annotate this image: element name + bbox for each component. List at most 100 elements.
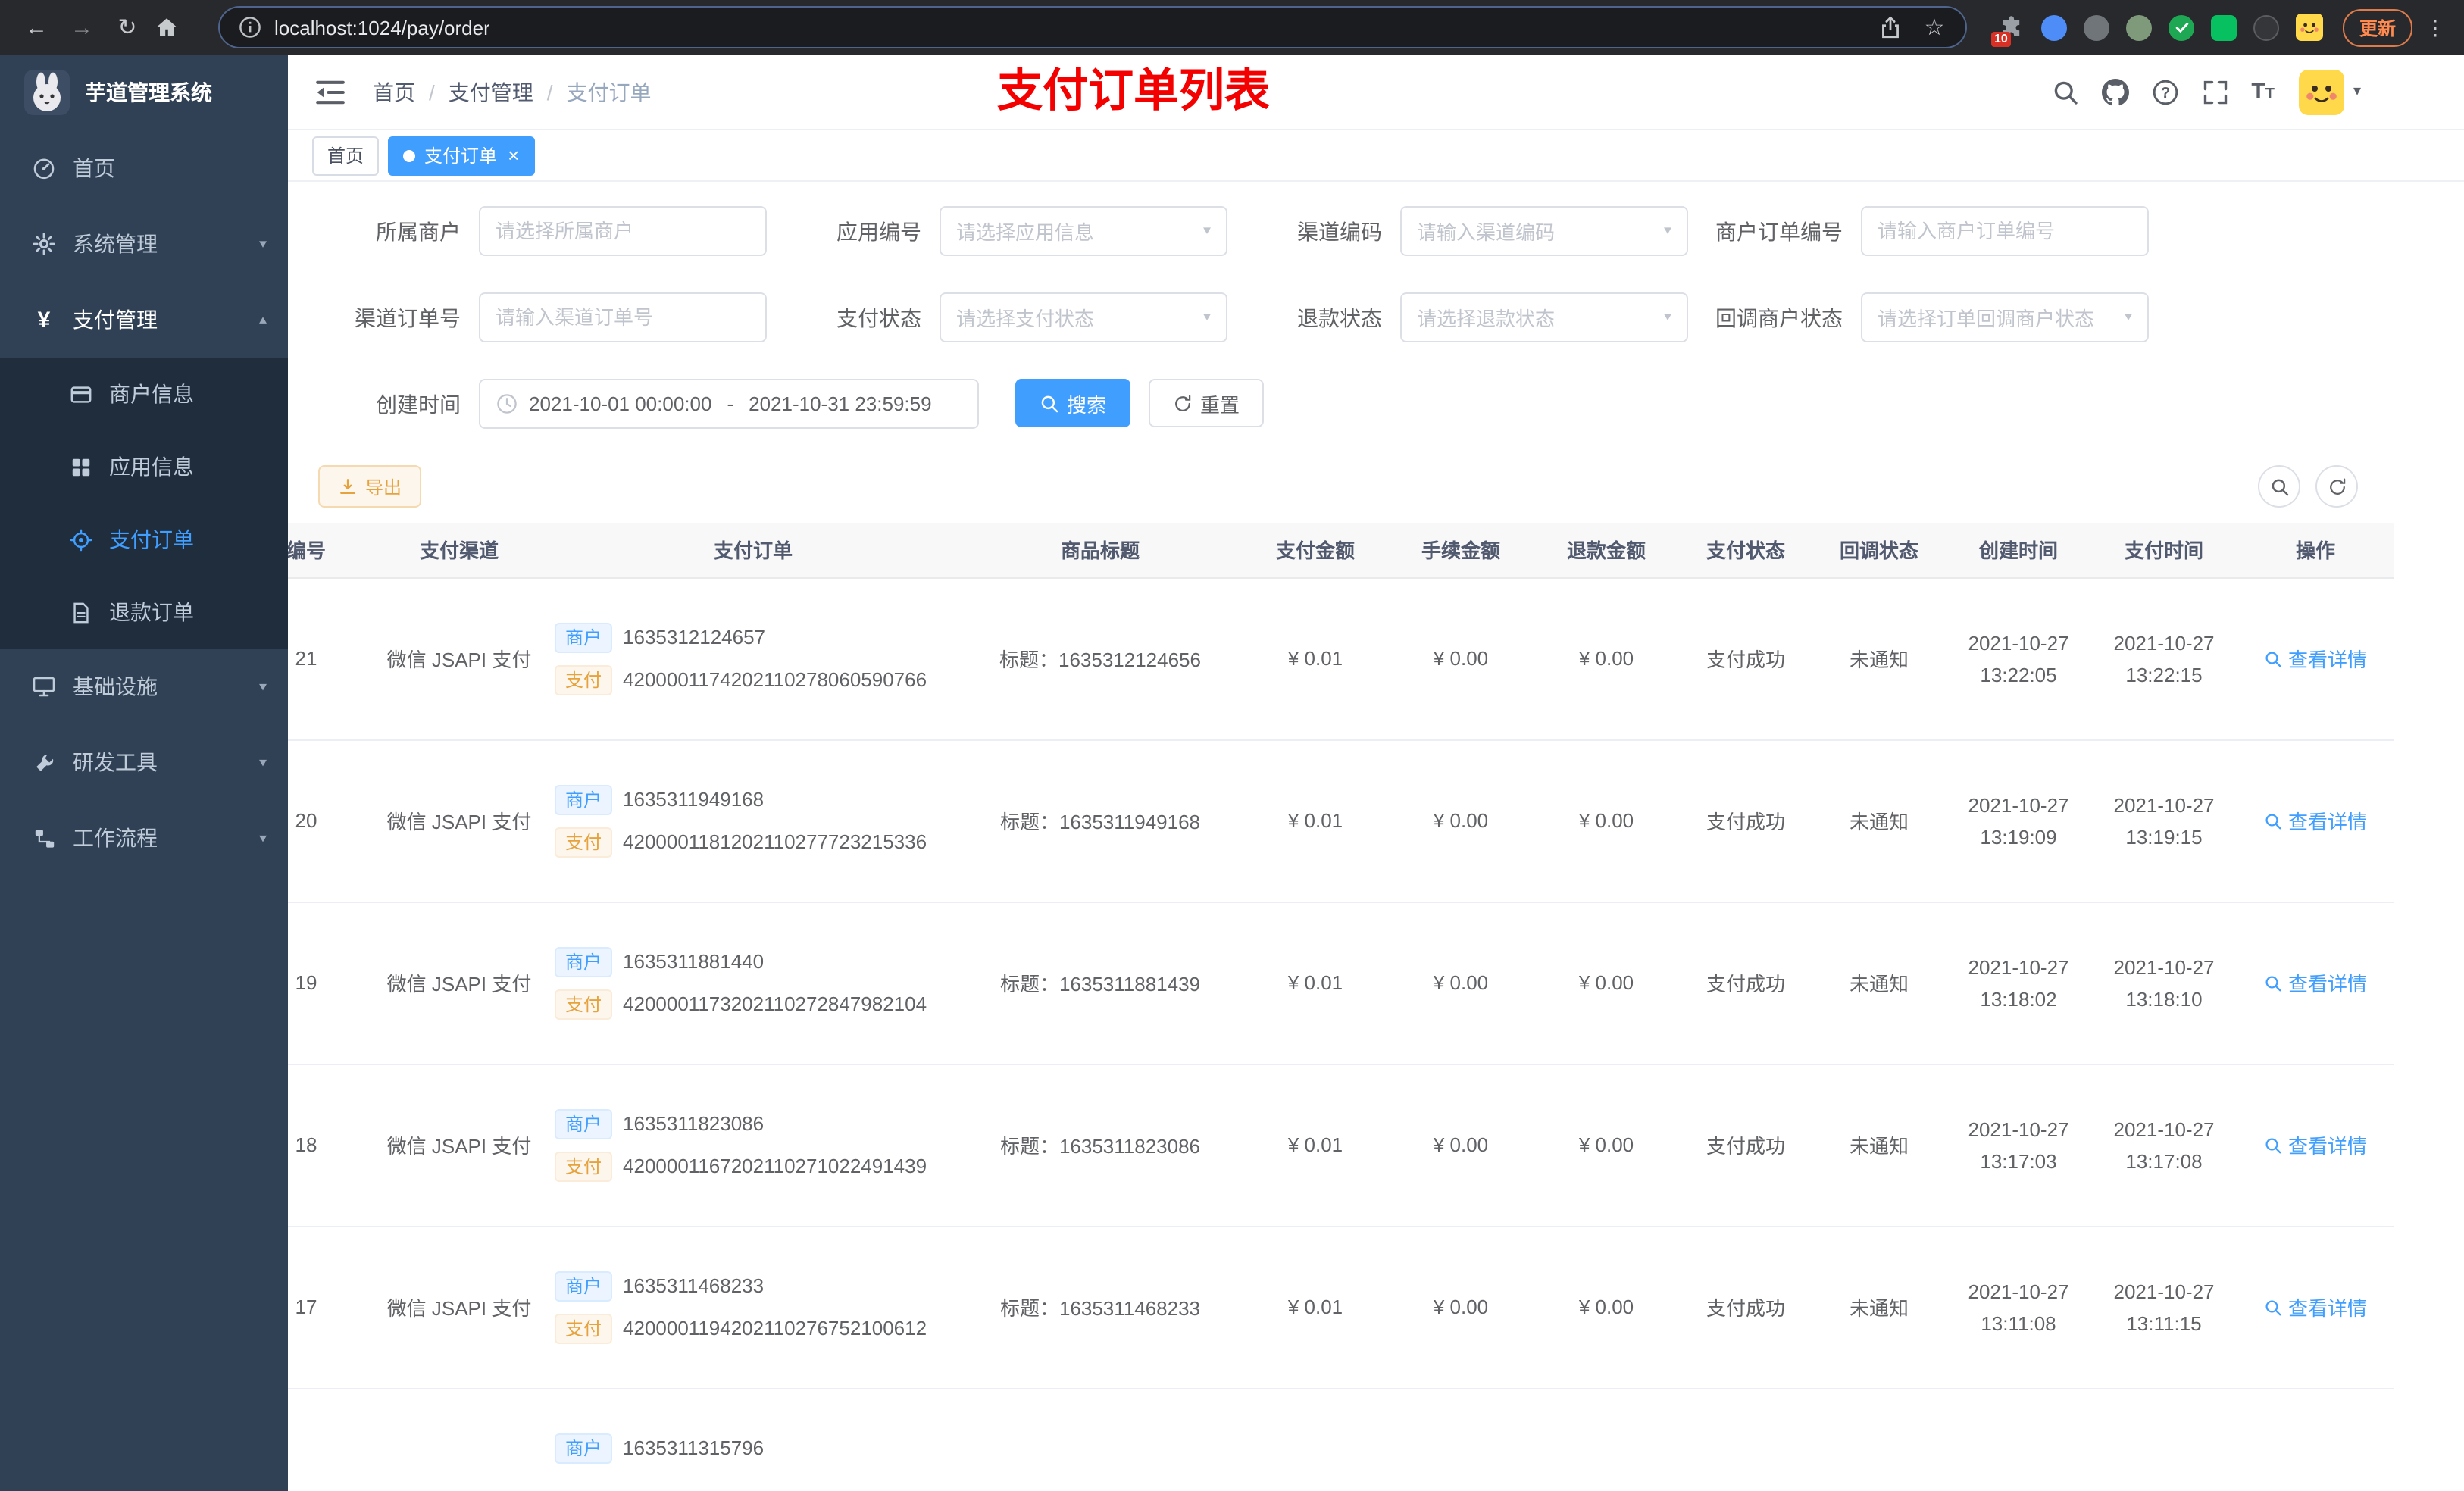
view-detail-link[interactable]: 查看详情 bbox=[2264, 644, 2367, 673]
tab-close-icon[interactable]: × bbox=[508, 145, 519, 165]
pay-date: 2021-10-27 bbox=[2113, 955, 2215, 978]
cell-title: 标题：1635311881439 bbox=[958, 902, 1243, 1064]
merchant-input[interactable] bbox=[479, 206, 767, 256]
filter-label-app-no: 应用编号 bbox=[836, 219, 921, 243]
sidebar-item-system[interactable]: 系统管理 ▾ bbox=[0, 206, 288, 282]
github-icon[interactable] bbox=[2101, 78, 2128, 105]
sidebar-item-infra[interactable]: 基础设施 ▾ bbox=[0, 649, 288, 724]
channel-pay-no: 4200001174202110278060590766 bbox=[623, 668, 927, 691]
cell-id: 21 bbox=[288, 577, 370, 740]
search-icon bbox=[1040, 393, 1059, 413]
breadcrumb-payment[interactable]: 支付管理 bbox=[449, 77, 533, 107]
pay-badge: 支付 bbox=[555, 827, 613, 857]
top-navbar: 首页 / 支付管理 / 支付订单 支付订单列表 TT ▾ bbox=[288, 55, 2464, 130]
fullscreen-icon[interactable] bbox=[2201, 78, 2228, 105]
cell-channel: 微信 JSAPI 支付 bbox=[370, 902, 549, 1064]
view-detail-link[interactable]: 查看详情 bbox=[2264, 1130, 2367, 1159]
font-size-icon[interactable]: TT bbox=[2251, 79, 2275, 105]
extension-pin-icon[interactable] bbox=[2249, 9, 2285, 45]
help-icon[interactable] bbox=[2151, 78, 2178, 105]
grid-icon bbox=[67, 453, 94, 480]
show-search-toggle-button[interactable] bbox=[2258, 465, 2300, 508]
cell-pay-time: 2021-10-27 13:19:15 bbox=[2091, 739, 2237, 902]
extension-grey-icon[interactable] bbox=[2079, 9, 2115, 45]
app-title: 芋道管理系统 bbox=[85, 80, 212, 105]
browser-back-icon[interactable]: ← bbox=[15, 6, 58, 48]
channel-order-no-input[interactable] bbox=[479, 292, 767, 342]
sidebar-item-app-info[interactable]: 应用信息 bbox=[0, 430, 288, 503]
cell-amount: ¥ 0.01 bbox=[1243, 739, 1388, 902]
browser-reload-icon[interactable]: ↻ bbox=[106, 6, 149, 48]
sidebar-item-merchant-info[interactable]: 商户信息 bbox=[0, 358, 288, 430]
col-id: 编号 bbox=[288, 523, 370, 578]
create-clock: 13:19:09 bbox=[1980, 825, 2057, 848]
extension-olive-icon[interactable] bbox=[2122, 9, 2158, 45]
channel-code-select[interactable]: 请输入渠道编码 ▾ bbox=[1400, 206, 1688, 256]
site-info-icon[interactable] bbox=[238, 15, 262, 39]
sidebar-item-label: 支付管理 bbox=[73, 308, 158, 332]
browser-home-icon[interactable] bbox=[152, 6, 194, 48]
tab-pay-order[interactable]: 支付订单 × bbox=[388, 136, 535, 175]
address-bar[interactable]: localhost:1024/pay/order ☆ bbox=[218, 6, 1967, 48]
extension-green-check-icon[interactable] bbox=[2164, 9, 2200, 45]
cell-refund: ¥ 0.00 bbox=[1534, 1064, 1679, 1227]
extension-puzzle-icon[interactable]: 10 bbox=[1990, 9, 2031, 47]
cell-pay-time: 2021-10-27 13:18:10 bbox=[2091, 902, 2237, 1064]
share-icon[interactable] bbox=[1878, 14, 1903, 40]
pay-line: 支付 4200001173202110272847982104 bbox=[555, 989, 952, 1019]
cell-action: 查看详情 bbox=[2237, 902, 2394, 1064]
cell-action: 查看详情 bbox=[2237, 577, 2394, 740]
app-no-select[interactable]: 请选择应用信息 ▾ bbox=[940, 206, 1227, 256]
avatar[interactable] bbox=[2299, 69, 2344, 114]
browser-forward-icon[interactable]: → bbox=[61, 6, 103, 48]
dashboard-icon bbox=[30, 155, 58, 182]
view-detail-link[interactable]: 查看详情 bbox=[2264, 1293, 2367, 1321]
browser-update-button[interactable]: 更新 bbox=[2342, 8, 2412, 46]
sidebar-item-label: 支付订单 bbox=[109, 527, 194, 552]
extension-emoji-icon[interactable] bbox=[2291, 9, 2328, 45]
pay-status-select[interactable]: 请选择支付状态 ▾ bbox=[940, 292, 1227, 342]
extension-green-square-icon[interactable] bbox=[2206, 9, 2243, 45]
orders-table-wrap: 编号 支付渠道 支付订单 商品标题 支付金额 手续金额 退款金额 支付状态 回调… bbox=[288, 523, 2464, 1491]
col-pay-time: 支付时间 bbox=[2091, 523, 2237, 578]
export-button[interactable]: 导出 bbox=[318, 465, 422, 508]
breadcrumb-separator: / bbox=[546, 80, 553, 104]
search-icon[interactable] bbox=[2051, 78, 2078, 105]
merchant-order-line: 商户 1635311949168 bbox=[555, 784, 952, 814]
cell-refund: ¥ 0.00 bbox=[1534, 739, 1679, 902]
cell-fee: ¥ 0.00 bbox=[1388, 902, 1534, 1064]
extensions-area: 10 bbox=[1988, 9, 2328, 47]
merchant-order-no-input[interactable] bbox=[1861, 206, 2149, 256]
sidebar-item-workflow[interactable]: 工作流程 ▾ bbox=[0, 800, 288, 876]
breadcrumb-separator: / bbox=[429, 80, 435, 104]
sidebar-item-payment[interactable]: ¥ 支付管理 ▴ bbox=[0, 282, 288, 358]
view-detail-link[interactable]: 查看详情 bbox=[2264, 806, 2367, 835]
avatar-caret-icon[interactable]: ▾ bbox=[2353, 83, 2361, 100]
tab-home[interactable]: 首页 bbox=[312, 136, 380, 175]
pay-date: 2021-10-27 bbox=[2113, 793, 2215, 816]
breadcrumb-home[interactable]: 首页 bbox=[373, 77, 415, 107]
cell-status: 支付成功 bbox=[1679, 1064, 1812, 1227]
magnifier-icon bbox=[2264, 974, 2282, 992]
create-time-range-picker[interactable]: 2021-10-01 00:00:00 - 2021-10-31 23:59:5… bbox=[479, 379, 979, 429]
date-end: 2021-10-31 23:59:59 bbox=[749, 392, 932, 415]
sidebar-item-refund-order[interactable]: 退款订单 bbox=[0, 576, 288, 649]
col-create-time: 创建时间 bbox=[1946, 523, 2091, 578]
refund-status-select[interactable]: 请选择退款状态 ▾ bbox=[1400, 292, 1688, 342]
sidebar-item-home[interactable]: 首页 bbox=[0, 130, 288, 206]
pay-line: 支付 4200001194202110276752100612 bbox=[555, 1313, 952, 1343]
extension-blue-icon[interactable] bbox=[2037, 9, 2073, 45]
search-button[interactable]: 搜索 bbox=[1015, 379, 1131, 427]
notify-status-select[interactable]: 请选择订单回调商户状态 ▾ bbox=[1861, 292, 2149, 342]
sidebar-fold-icon[interactable] bbox=[312, 73, 349, 110]
reset-button[interactable]: 重置 bbox=[1149, 379, 1265, 427]
sidebar-item-dev-tools[interactable]: 研发工具 ▾ bbox=[0, 724, 288, 800]
sidebar-item-pay-order[interactable]: 支付订单 bbox=[0, 503, 288, 576]
refresh-table-button[interactable] bbox=[2315, 465, 2358, 508]
view-detail-link[interactable]: 查看详情 bbox=[2264, 968, 2367, 997]
create-date: 2021-10-27 bbox=[1968, 1117, 2069, 1140]
monitor-icon bbox=[30, 673, 58, 700]
cell-channel: 微信 JSAPI 支付 bbox=[370, 1064, 549, 1227]
bookmark-star-icon[interactable]: ☆ bbox=[1921, 14, 1947, 40]
browser-menu-icon[interactable]: ⋮ bbox=[2425, 14, 2446, 40]
